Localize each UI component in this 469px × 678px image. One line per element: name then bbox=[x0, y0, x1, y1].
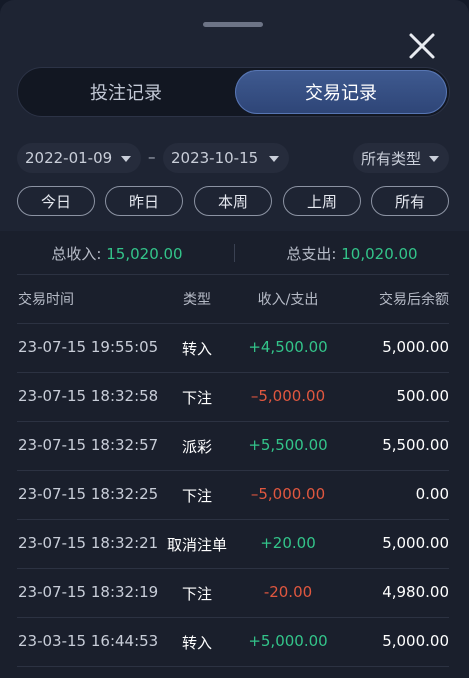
end-date-value: 2023-10-15 bbox=[171, 149, 259, 167]
tab-transaction-records[interactable]: 交易记录 bbox=[235, 70, 447, 114]
row-balance: 5,500.00 bbox=[382, 436, 449, 454]
type-filter-value: 所有类型 bbox=[361, 149, 422, 168]
row-time: 23-07-15 18:32:58 bbox=[18, 387, 159, 405]
divider bbox=[17, 274, 449, 275]
row-time: 23-03-15 16:44:53 bbox=[18, 632, 159, 650]
chevron-down-icon bbox=[429, 156, 439, 162]
divider bbox=[17, 666, 449, 667]
divider bbox=[17, 519, 449, 520]
header-balance: 交易后余额 bbox=[379, 292, 449, 308]
record-type-tabs: 投注记录 交易记录 bbox=[17, 67, 450, 117]
row-type: 派彩 bbox=[181, 438, 212, 456]
range-yesterday-button[interactable]: 昨日 bbox=[105, 186, 183, 216]
row-type: 下注 bbox=[181, 487, 212, 505]
start-date-value: 2022-01-09 bbox=[25, 149, 113, 167]
row-amount: –5,000.00 bbox=[250, 387, 326, 405]
divider bbox=[17, 470, 449, 471]
row-type: 下注 bbox=[181, 585, 212, 603]
row-amount: +20.00 bbox=[260, 534, 316, 552]
row-type: 下注 bbox=[181, 389, 212, 407]
range-today-button[interactable]: 今日 bbox=[17, 186, 95, 216]
range-all-button[interactable]: 所有 bbox=[371, 186, 449, 216]
drag-handle[interactable] bbox=[203, 22, 263, 27]
date-range-separator: – bbox=[148, 148, 156, 166]
divider bbox=[17, 323, 449, 324]
row-amount: +4,500.00 bbox=[248, 338, 328, 356]
divider bbox=[17, 568, 449, 569]
row-balance: 500.00 bbox=[396, 387, 450, 405]
row-time: 23-07-15 18:32:25 bbox=[18, 485, 159, 503]
total-income-label: 总收入: bbox=[51, 244, 102, 263]
row-amount: –5,000.00 bbox=[250, 485, 326, 503]
divider bbox=[17, 617, 449, 618]
type-filter-select[interactable]: 所有类型 bbox=[353, 143, 449, 173]
total-expense-value: 10,020.00 bbox=[341, 244, 418, 263]
close-icon[interactable] bbox=[404, 30, 440, 66]
tab-bet-records[interactable]: 投注记录 bbox=[20, 70, 232, 114]
end-date-select[interactable]: 2023-10-15 bbox=[163, 143, 289, 173]
range-this-week-button[interactable]: 本周 bbox=[194, 186, 272, 216]
row-balance: 4,980.00 bbox=[382, 583, 449, 601]
start-date-select[interactable]: 2022-01-09 bbox=[17, 143, 141, 173]
chevron-down-icon bbox=[269, 156, 279, 162]
row-time: 23-07-15 18:32:21 bbox=[18, 534, 159, 552]
row-amount: -20.00 bbox=[263, 583, 313, 601]
total-income-value: 15,020.00 bbox=[106, 244, 183, 263]
row-type: 取消注单 bbox=[166, 536, 227, 554]
row-time: 23-07-15 18:32:57 bbox=[18, 436, 159, 454]
row-amount: +5,000.00 bbox=[248, 632, 328, 650]
header-type: 类型 bbox=[183, 292, 211, 308]
divider bbox=[17, 372, 449, 373]
row-time: 23-07-15 19:55:05 bbox=[18, 338, 159, 356]
totals-summary: 总收入: 15,020.00 总支出: 10,020.00 bbox=[0, 231, 469, 275]
row-type: 转入 bbox=[181, 634, 212, 652]
row-balance: 5,000.00 bbox=[382, 632, 449, 650]
total-expense: 总支出: 10,020.00 bbox=[235, 243, 469, 264]
row-balance: 0.00 bbox=[415, 485, 449, 503]
row-type: 转入 bbox=[181, 340, 212, 358]
row-amount: +5,500.00 bbox=[248, 436, 328, 454]
row-time: 23-07-15 18:32:19 bbox=[18, 583, 159, 601]
chevron-down-icon bbox=[121, 156, 131, 162]
total-expense-label: 总支出: bbox=[286, 244, 337, 263]
divider bbox=[17, 421, 449, 422]
total-income: 总收入: 15,020.00 bbox=[0, 243, 234, 264]
transaction-list[interactable]: 总收入: 15,020.00 总支出: 10,020.00 交易时间 类型 收入… bbox=[0, 231, 469, 678]
row-balance: 5,000.00 bbox=[382, 534, 449, 552]
range-last-week-button[interactable]: 上周 bbox=[283, 186, 361, 216]
row-balance: 5,000.00 bbox=[382, 338, 449, 356]
transaction-records-sheet: 投注记录 交易记录 2022-01-09 – 2023-10-15 所有类型 今… bbox=[0, 0, 469, 678]
header-time: 交易时间 bbox=[18, 292, 74, 308]
header-amount: 收入/支出 bbox=[257, 292, 319, 308]
